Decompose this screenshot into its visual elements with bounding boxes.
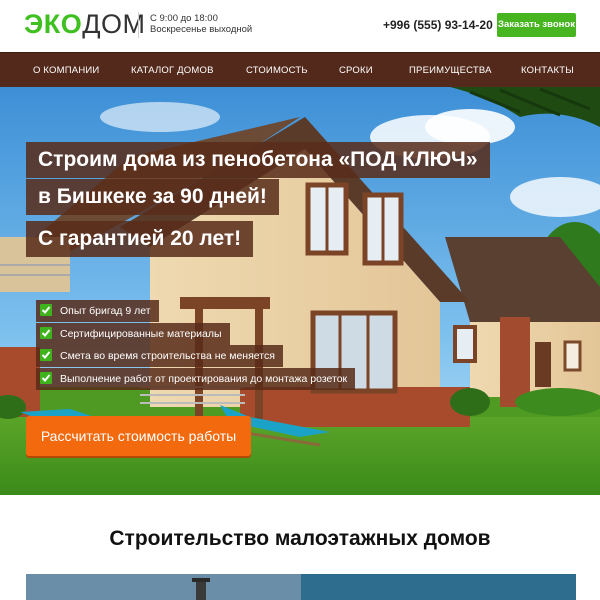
phone-number[interactable]: +996 (555) 93-14-20 (383, 18, 493, 32)
feature-item: Смета во время строительства не меняется (36, 345, 283, 367)
feature-label: Опыт бригад 9 лет (60, 305, 151, 317)
check-icon (40, 304, 52, 316)
headline-line-2: в Бишкеке за 90 дней! (26, 179, 279, 215)
feature-label: Смета во время строительства не меняется (60, 350, 275, 362)
nav-item-contacts[interactable]: КОНТАКТЫ (521, 53, 574, 88)
feature-item: Опыт бригад 9 лет (36, 300, 159, 322)
calculate-cost-button[interactable]: Рассчитать стоимость работы (26, 416, 251, 456)
hours-line-2: Воскресенье выходной (150, 24, 253, 35)
feature-item: Сертифицированные материалы (36, 323, 230, 345)
header-divider (138, 12, 139, 38)
headline-line-1: Строим дома из пенобетона «ПОД КЛЮЧ» (26, 142, 490, 178)
nav-item-cost[interactable]: СТОИМОСТЬ (246, 53, 308, 88)
nav-item-catalog[interactable]: КАТАЛОГ ДОМОВ (131, 53, 214, 88)
nav-item-advantages[interactable]: ПРЕИМУЩЕСТВА (409, 53, 492, 88)
section-title: Строительство малоэтажных домов (109, 527, 491, 550)
feature-label: Сертифицированные материалы (60, 328, 222, 340)
hours-line-1: С 9:00 до 18:00 (150, 13, 218, 24)
site-header: ЭКОДОМ С 9:00 до 18:00 Воскресенье выход… (0, 0, 600, 52)
check-icon (40, 327, 52, 339)
check-icon (40, 372, 52, 384)
feature-label: Выполнение работ от проектирования до мо… (60, 373, 348, 385)
logo[interactable]: ЭКОДОМ (24, 9, 145, 39)
order-call-button[interactable]: Заказать звонок (497, 13, 576, 37)
working-hours: С 9:00 до 18:00 Воскресенье выходной (150, 13, 252, 35)
feature-item: Выполнение работ от проектирования до мо… (36, 368, 356, 390)
nav-item-terms[interactable]: СРОКИ (339, 53, 373, 88)
check-icon (40, 349, 52, 361)
logo-dom: ДОМ (82, 9, 146, 39)
project-images (26, 574, 576, 600)
main-nav: О КОМПАНИИ КАТАЛОГ ДОМОВ СТОИМОСТЬ СРОКИ… (0, 52, 600, 87)
nav-item-about[interactable]: О КОМПАНИИ (33, 53, 99, 88)
logo-eco: ЭКО (24, 9, 83, 39)
hero-banner: Строим дома из пенобетона «ПОД КЛЮЧ» в Б… (0, 87, 600, 495)
headline-line-3: С гарантией 20 лет! (26, 221, 254, 257)
project-photos-preview (26, 574, 576, 600)
